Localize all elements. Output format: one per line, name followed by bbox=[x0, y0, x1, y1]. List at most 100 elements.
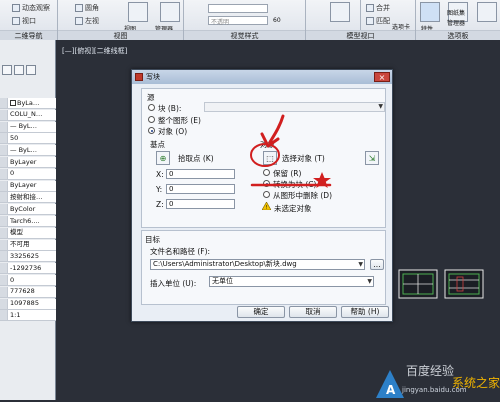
visual-style-dropdown[interactable] bbox=[208, 4, 268, 13]
path-label: 文件名和路径 (F): bbox=[150, 247, 211, 256]
radio-whole-drawing[interactable] bbox=[148, 116, 155, 123]
cancel-button[interactable]: 取消 bbox=[289, 306, 337, 318]
view-manager-button[interactable] bbox=[128, 2, 148, 22]
property-value: 1097885 bbox=[8, 298, 56, 309]
y-label: Y: bbox=[156, 185, 163, 194]
opacity-field[interactable]: 不透明 bbox=[208, 16, 268, 26]
source-group: 源 块 (B): ▼ 整个图形 (E) 对象 (O) 基点 ⊕ 拾取点 (K) … bbox=[141, 88, 386, 228]
property-row[interactable]: 0 bbox=[0, 275, 56, 286]
radio-block[interactable] bbox=[148, 104, 155, 111]
property-row[interactable]: — ByL… bbox=[0, 145, 56, 157]
ribbon-fillet[interactable]: 圆角 bbox=[75, 1, 99, 15]
quick-select-icon[interactable] bbox=[26, 65, 36, 75]
property-value: — ByL… bbox=[8, 145, 56, 156]
base-y-input[interactable]: 0 bbox=[166, 184, 235, 194]
file-path-combobox[interactable]: C:\Users\Administrator\Desktop\新块.dwg ▼ bbox=[150, 259, 365, 270]
help-button[interactable]: 帮助 (H) bbox=[341, 306, 389, 318]
properties-button[interactable] bbox=[420, 2, 440, 22]
radio-block-label: 块 (B): bbox=[158, 104, 182, 113]
viewport-manager-button[interactable] bbox=[160, 2, 180, 22]
ribbon-viewport[interactable]: 视口 bbox=[12, 14, 36, 28]
property-value-text: 1097885 bbox=[10, 299, 39, 308]
property-value-text: ByLayer bbox=[10, 157, 37, 166]
select-objects-button[interactable]: ⬚ bbox=[263, 151, 277, 165]
property-row[interactable]: ByLayer bbox=[0, 180, 56, 192]
warning-icon: ! bbox=[261, 201, 272, 212]
property-key bbox=[0, 216, 8, 226]
ribbon-match[interactable]: 匹配 bbox=[366, 14, 390, 28]
property-row[interactable]: — ByL… bbox=[0, 121, 56, 133]
property-row[interactable]: 777628 bbox=[0, 286, 56, 298]
property-key bbox=[0, 192, 8, 203]
property-value-text: 模型 bbox=[10, 228, 23, 237]
model-viewport-button[interactable] bbox=[330, 2, 350, 22]
left-view-icon bbox=[75, 17, 83, 25]
viewport-label[interactable]: [—][俯视][二维线框] bbox=[62, 46, 127, 56]
close-button[interactable]: × bbox=[374, 72, 390, 82]
property-row[interactable]: Tarch6.… bbox=[0, 216, 56, 227]
radio-retain[interactable] bbox=[263, 169, 270, 176]
property-row[interactable]: 1097885 bbox=[0, 298, 56, 310]
property-row[interactable]: COLU_N… bbox=[0, 109, 56, 121]
panel-2d-navigation[interactable]: 二维导航 bbox=[0, 30, 57, 40]
radio-convert-to-block-label: 转换为块 (C) bbox=[273, 180, 317, 189]
palette-extra-button[interactable] bbox=[477, 2, 497, 22]
panel-model-viewport[interactable]: 模型视口 bbox=[306, 30, 415, 40]
ribbon-orbit[interactable]: 动态观察 bbox=[12, 1, 50, 15]
quick-select-button[interactable]: ⇲ bbox=[365, 151, 379, 165]
property-key bbox=[0, 133, 8, 144]
property-value: 777628 bbox=[8, 286, 56, 297]
insert-units-select[interactable]: 无单位 ▼ bbox=[209, 276, 374, 287]
property-value-text: COLU_N… bbox=[10, 110, 43, 119]
svg-text:A: A bbox=[386, 383, 396, 397]
panel-visual-style[interactable]: 视觉样式 bbox=[184, 30, 305, 40]
property-key bbox=[0, 239, 8, 250]
property-value: 1:1 bbox=[8, 310, 56, 321]
property-value: -1292736 bbox=[8, 263, 56, 274]
dialog-titlebar[interactable]: 写块 × bbox=[132, 70, 392, 84]
ribbon-join[interactable]: 合并 bbox=[366, 1, 390, 15]
opacity-value: 60 bbox=[273, 17, 281, 24]
target-group: 目标 文件名和路径 (F): C:\Users\Administrator\De… bbox=[141, 230, 386, 305]
property-row[interactable]: ByLayer bbox=[0, 157, 56, 168]
property-value-text: 50 bbox=[10, 133, 19, 142]
property-value: 0 bbox=[8, 275, 56, 285]
ribbon: 动态观察 视口 圆角 左视 视图 管理器 不透明 60 合并 匹配 选项卡 特性… bbox=[0, 0, 500, 40]
panel-palettes[interactable]: 选项板 bbox=[416, 30, 500, 40]
property-value: 按射和接… bbox=[8, 192, 56, 203]
pick-point-button[interactable]: ⊕ bbox=[156, 151, 170, 165]
panel-view[interactable]: 视图 bbox=[58, 30, 183, 40]
ribbon-left-view[interactable]: 左视 bbox=[75, 14, 99, 28]
property-row[interactable]: ByLa… bbox=[0, 98, 56, 109]
property-value-text: 0 bbox=[10, 275, 15, 284]
property-key bbox=[0, 275, 8, 285]
radio-convert-to-block[interactable] bbox=[263, 180, 270, 187]
select-objects-icon[interactable] bbox=[14, 65, 24, 75]
radio-whole-drawing-label: 整个图形 (E) bbox=[158, 116, 201, 125]
app-icon bbox=[135, 73, 143, 81]
block-name-select[interactable]: ▼ bbox=[204, 102, 385, 112]
toggle-pickadd-icon[interactable] bbox=[2, 65, 12, 75]
select-objects-icon: ⬚ bbox=[266, 153, 274, 163]
property-row[interactable]: 不可用 bbox=[0, 239, 56, 251]
base-x-input[interactable]: 0 bbox=[166, 169, 235, 179]
property-row[interactable]: 0 bbox=[0, 168, 56, 180]
property-row[interactable]: 50 bbox=[0, 133, 56, 145]
property-row[interactable]: 1:1 bbox=[0, 310, 56, 322]
property-key bbox=[0, 204, 8, 215]
property-row[interactable]: ByColor bbox=[0, 204, 56, 216]
base-z-input[interactable]: 0 bbox=[166, 199, 235, 209]
property-row[interactable]: 3325625 bbox=[0, 251, 56, 263]
radio-delete-from-drawing[interactable] bbox=[263, 191, 270, 198]
ok-button[interactable]: 确定 bbox=[237, 306, 285, 318]
property-row[interactable]: 模型 bbox=[0, 227, 56, 239]
property-row[interactable]: 按射和接… bbox=[0, 192, 56, 204]
property-value-text: — ByL… bbox=[10, 122, 37, 131]
radio-objects[interactable] bbox=[148, 127, 155, 134]
property-key bbox=[0, 121, 8, 132]
property-row[interactable]: -1292736 bbox=[0, 263, 56, 275]
property-key bbox=[0, 227, 8, 238]
property-value-text: 1:1 bbox=[10, 310, 21, 319]
browse-button[interactable]: ... bbox=[370, 259, 384, 270]
write-block-dialog: 写块 × 源 块 (B): ▼ 整个图形 (E) 对象 (O) 基点 ⊕ 拾取点… bbox=[131, 69, 393, 322]
